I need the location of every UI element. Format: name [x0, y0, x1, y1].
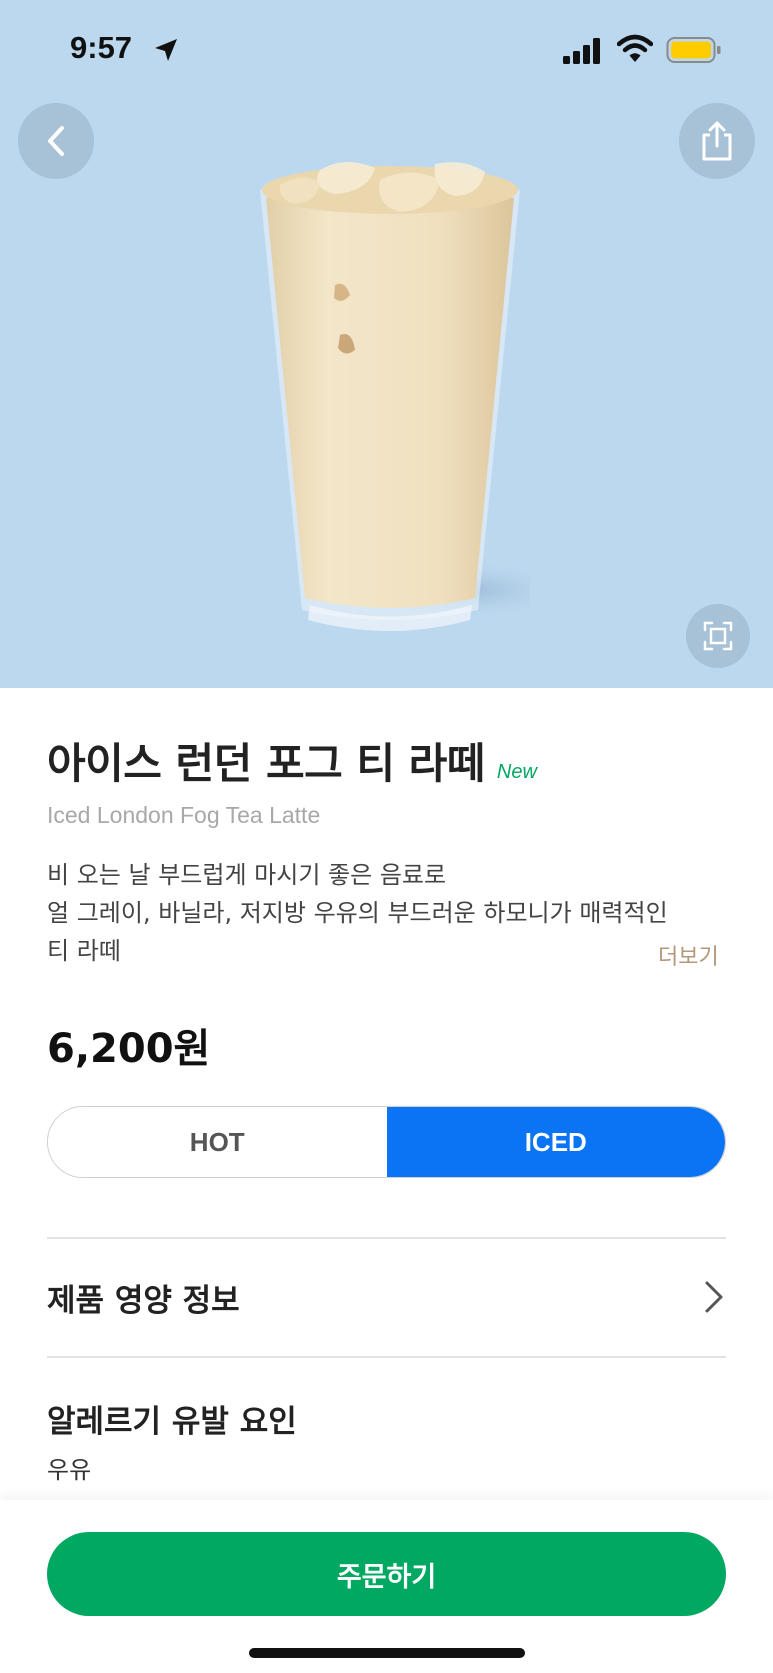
share-button[interactable] [679, 103, 755, 179]
divider [47, 1356, 726, 1358]
back-chevron-icon [48, 126, 64, 156]
new-badge: New [496, 761, 537, 783]
product-title-row: 아이스 런던 포그 티 라떼 New [47, 730, 537, 791]
expand-icon [703, 621, 733, 651]
drink-image [260, 161, 530, 631]
iced-option[interactable]: ICED [386, 1107, 725, 1177]
status-bar: 9:57 [0, 0, 773, 100]
nutrition-info-label: 제품 영양 정보 [47, 1282, 240, 1319]
description-line: 비 오는 날 부드럽게 마시기 좋은 음료로 [47, 861, 447, 889]
more-link[interactable]: 더보기 [658, 939, 719, 971]
back-button[interactable] [18, 103, 94, 179]
product-description: 비 오는 날 부드럽게 마시기 좋은 음료로 얼 그레이, 바닐라, 저지방 우… [47, 856, 737, 970]
nutrition-info-row[interactable]: 제품 영양 정보 [47, 1238, 726, 1356]
bottom-bar: 주문하기 [0, 1500, 773, 1673]
product-hero: 9:57 [0, 0, 773, 688]
cellular-signal-icon [563, 38, 600, 64]
chevron-right-icon [705, 1281, 723, 1313]
expand-image-button[interactable] [686, 604, 750, 668]
order-button[interactable]: 주문하기 [47, 1532, 726, 1616]
battery-icon [666, 37, 721, 63]
product-english-name: Iced London Fog Tea Latte [47, 802, 321, 828]
allergy-value: 우유 [47, 1456, 92, 1484]
description-line: 얼 그레이, 바닐라, 저지방 우유의 부드러운 하모니가 매력적인 [47, 899, 668, 927]
share-icon [702, 121, 732, 161]
product-name: 아이스 런던 포그 티 라떼 [47, 739, 485, 788]
home-indicator [249, 1648, 525, 1658]
wifi-icon [617, 34, 653, 62]
status-time: 9:57 [70, 30, 133, 65]
location-arrow-icon [155, 39, 177, 61]
allergy-label: 알레르기 유발 요인 [47, 1404, 297, 1440]
hot-option[interactable]: HOT [48, 1107, 387, 1177]
temperature-toggle: HOT ICED [47, 1106, 726, 1178]
product-price: 6,200원 [47, 1026, 211, 1072]
description-line: 티 라떼 [47, 937, 121, 965]
